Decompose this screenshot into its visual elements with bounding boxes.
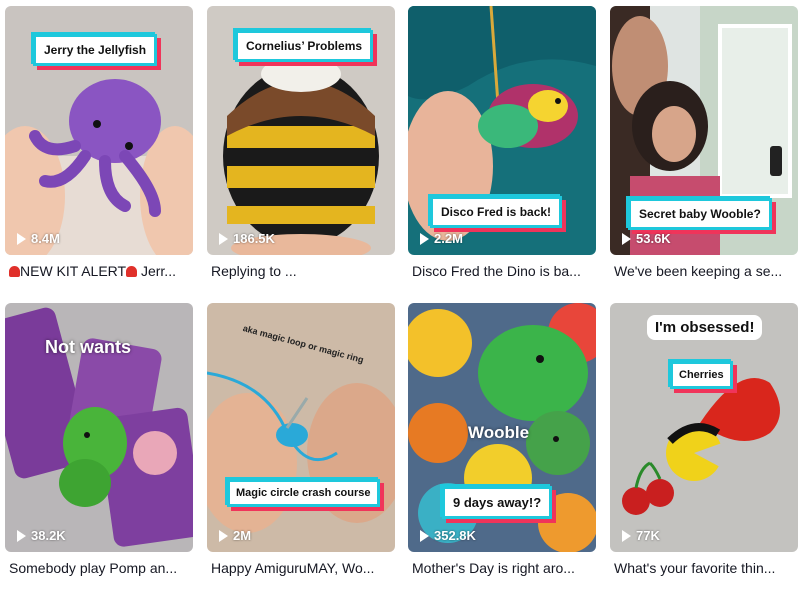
video-overlay-label: Cornelius’ Problems: [235, 30, 374, 62]
video-caption[interactable]: Mother's Day is right aro...: [408, 560, 596, 576]
video-card[interactable]: Not wants 38.2K Somebody play Pomp an...: [5, 303, 193, 576]
video-overlay-label: Magic circle crash course: [227, 479, 380, 507]
video-thumbnail[interactable]: Cornelius’ Problems 186.5K: [207, 6, 395, 255]
video-overlay-label: Not wants: [45, 337, 132, 357]
video-card[interactable]: aka magic loop or magic ring Magic circl…: [207, 303, 395, 576]
video-overlay-label: Secret baby Wooble?: [628, 198, 772, 230]
view-count: 2.2M: [420, 231, 463, 246]
view-count: 77K: [622, 528, 660, 543]
video-caption[interactable]: Replying to ...: [207, 263, 395, 279]
video-caption[interactable]: Somebody play Pomp an...: [5, 560, 193, 576]
play-icon: [17, 529, 26, 542]
video-overlay-big: Wooble: [468, 423, 530, 442]
play-icon: [17, 232, 26, 245]
play-icon: [420, 529, 429, 542]
video-overlay-label: Disco Fred is back!: [430, 196, 563, 228]
play-icon: [622, 529, 631, 542]
video-overlay-label: Cherries: [670, 361, 733, 389]
video-card[interactable]: Secret baby Wooble? 53.6K We've been kee…: [610, 6, 798, 279]
video-card[interactable]: I'm obsessed! Cherries 77K What's your f…: [610, 303, 798, 576]
view-count: 2M: [219, 528, 251, 543]
video-caption[interactable]: Happy AmiguruMAY, Wo...: [207, 560, 395, 576]
view-count: 38.2K: [17, 528, 66, 543]
view-count: 352.8K: [420, 528, 476, 543]
siren-icon: [126, 266, 138, 277]
video-card[interactable]: Wooble 9 days away!? 352.8K Mother's Day…: [408, 303, 596, 576]
video-overlay-top: I'm obsessed!: [647, 315, 763, 340]
video-thumbnail[interactable]: Not wants 38.2K: [5, 303, 193, 552]
video-card[interactable]: Disco Fred is back! 2.2M Disco Fred the …: [408, 6, 596, 279]
video-overlay-label: 9 days away!?: [442, 486, 553, 519]
play-icon: [219, 232, 228, 245]
view-count: 53.6K: [622, 231, 671, 246]
video-thumbnail[interactable]: Jerry the Jellyfish 8.4M: [5, 6, 193, 255]
video-thumbnail[interactable]: Secret baby Wooble? 53.6K: [610, 6, 798, 255]
video-card[interactable]: Jerry the Jellyfish 8.4M NEW KIT ALERT J…: [5, 6, 193, 279]
view-count: 186.5K: [219, 231, 275, 246]
view-count: 8.4M: [17, 231, 60, 246]
siren-icon: [9, 266, 20, 277]
video-thumbnail[interactable]: aka magic loop or magic ring Magic circl…: [207, 303, 395, 552]
video-card[interactable]: Cornelius’ Problems 186.5K Replying to .…: [207, 6, 395, 279]
thumbnail-image: [610, 303, 798, 552]
video-overlay-label: Jerry the Jellyfish: [33, 34, 158, 66]
video-caption[interactable]: What's your favorite thin...: [610, 560, 798, 576]
play-icon: [219, 529, 228, 542]
video-thumbnail[interactable]: Wooble 9 days away!? 352.8K: [408, 303, 596, 552]
video-caption[interactable]: NEW KIT ALERT Jerr...: [5, 263, 193, 279]
video-caption[interactable]: Disco Fred the Dino is ba...: [408, 263, 596, 279]
video-thumbnail[interactable]: I'm obsessed! Cherries 77K: [610, 303, 798, 552]
video-caption[interactable]: We've been keeping a se...: [610, 263, 798, 279]
play-icon: [622, 232, 631, 245]
play-icon: [420, 232, 429, 245]
video-thumbnail[interactable]: Disco Fred is back! 2.2M: [408, 6, 596, 255]
